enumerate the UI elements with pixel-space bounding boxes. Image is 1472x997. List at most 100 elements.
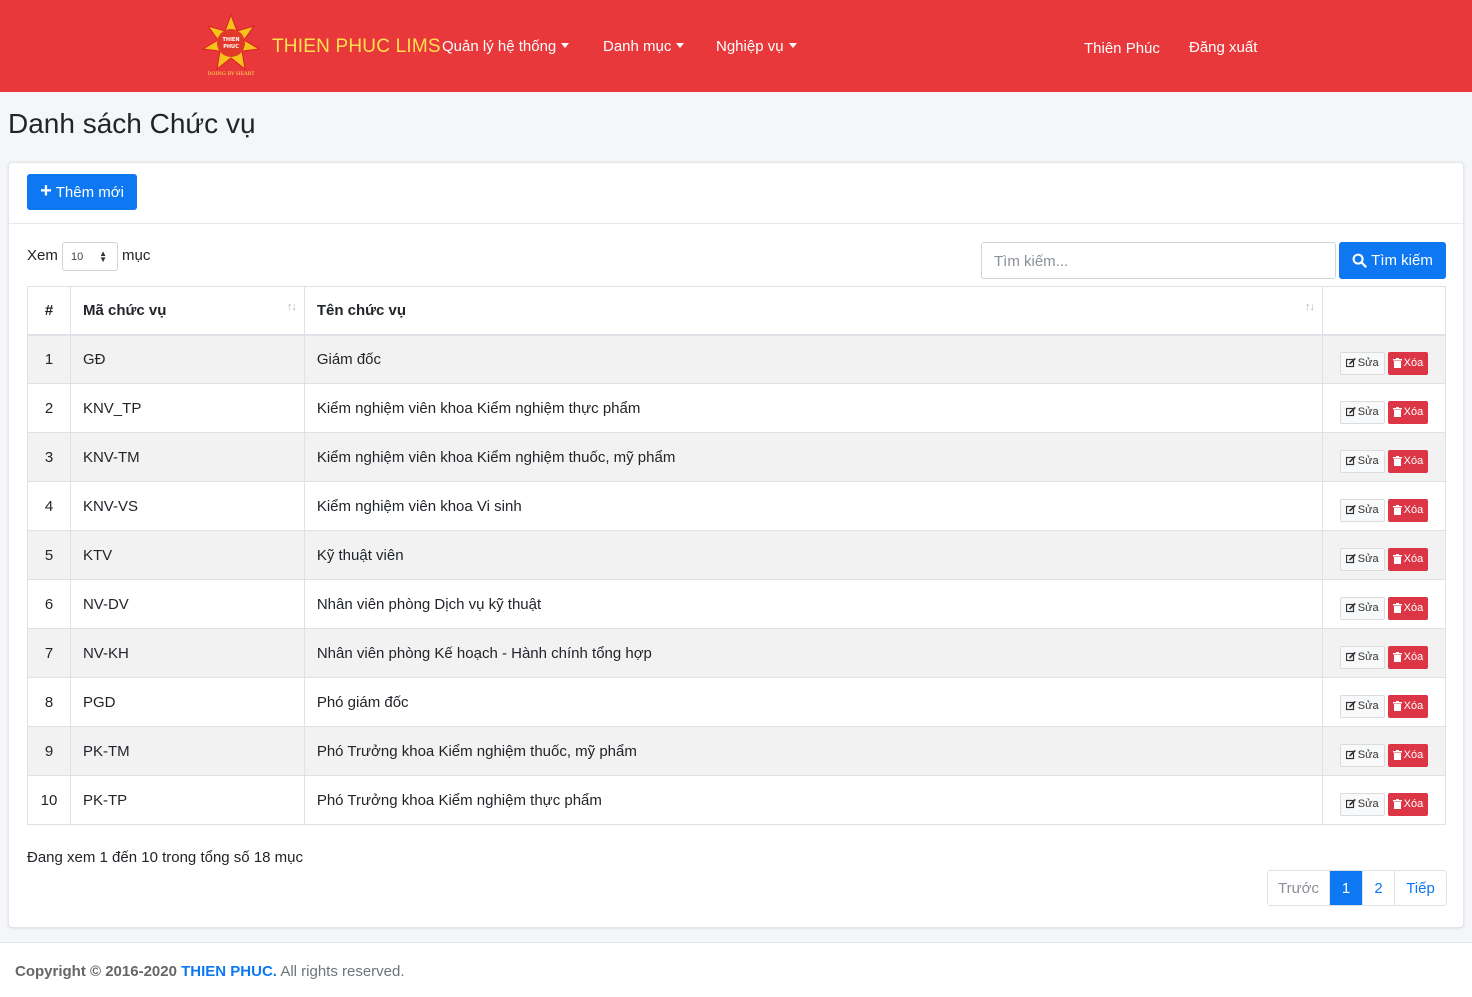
- row-actions: Sửa Xóa: [1321, 628, 1447, 678]
- logout-link[interactable]: Đăng xuất: [1189, 39, 1257, 56]
- table-header-row: # Mã chức vụ ↑↓ Tên chức vụ ↑↓: [27, 286, 1447, 336]
- edit-label: Sửa: [1357, 700, 1379, 712]
- row-actions: Sửa Xóa: [1321, 432, 1447, 482]
- row-actions: Sửa Xóa: [1321, 334, 1447, 384]
- pagination-page-1[interactable]: 1: [1329, 871, 1362, 905]
- trash-icon: [1392, 750, 1402, 760]
- brand-name[interactable]: THIEN PHUC LIMS: [272, 36, 441, 58]
- edit-button[interactable]: Sửa: [1339, 351, 1385, 375]
- delete-button[interactable]: Xóa: [1387, 743, 1429, 767]
- delete-label: Xóa: [1403, 406, 1424, 418]
- caret-down-icon: [676, 43, 685, 48]
- delete-button[interactable]: Xóa: [1387, 547, 1429, 571]
- row-actions: Sửa Xóa: [1321, 726, 1447, 776]
- menu-catalog[interactable]: Danh mục: [603, 38, 685, 55]
- edit-icon: [1345, 603, 1356, 613]
- menu-operations[interactable]: Nghiệp vụ: [716, 38, 797, 55]
- row-index: 3: [27, 432, 71, 482]
- delete-button[interactable]: Xóa: [1387, 792, 1429, 816]
- user-profile-link[interactable]: Thiên Phúc: [1084, 40, 1160, 57]
- menu-label: Danh mục: [603, 38, 672, 55]
- header-code-label: Mã chức vụ: [82, 301, 167, 319]
- delete-label: Xóa: [1403, 455, 1424, 467]
- table-row: 4 KNV-VS Kiểm nghiệm viên khoa Vi sinh Sửa X…: [27, 481, 1447, 531]
- footer-brand-link[interactable]: THIEN PHUC.: [181, 963, 277, 980]
- caret-down-icon: [788, 43, 797, 48]
- edit-label: Sửa: [1357, 798, 1379, 810]
- delete-button[interactable]: Xóa: [1387, 449, 1429, 473]
- add-new-button[interactable]: + Thêm mới: [27, 174, 137, 210]
- table-row: 2 KNV_TP Kiểm nghiệm viên khoa Kiểm nghiệm…: [27, 383, 1447, 433]
- page-size-select[interactable]: 10 ▲ ▼: [62, 242, 118, 271]
- position-list-card: + Thêm mới Xem 10 ▲ ▼ mục Tìm kiếm... Tìm…: [8, 162, 1464, 928]
- header-name[interactable]: Tên chức vụ ↑↓: [303, 286, 1323, 336]
- edit-button[interactable]: Sửa: [1339, 645, 1385, 669]
- delete-button[interactable]: Xóa: [1387, 694, 1429, 718]
- delete-button[interactable]: Xóa: [1387, 400, 1429, 424]
- edit-button[interactable]: Sửa: [1339, 596, 1385, 620]
- search-button[interactable]: Tìm kiếm: [1339, 242, 1446, 279]
- edit-button[interactable]: Sửa: [1339, 792, 1385, 816]
- trash-icon: [1392, 652, 1402, 662]
- row-name: Nhân viên phòng Dịch vụ kỹ thuật: [303, 579, 1323, 629]
- edit-icon: [1345, 750, 1356, 760]
- row-code: GĐ: [69, 334, 305, 384]
- edit-label: Sửa: [1357, 406, 1379, 418]
- row-name: Kiểm nghiệm viên khoa Kiểm nghiệm thuốc,…: [303, 432, 1323, 482]
- delete-label: Xóa: [1403, 798, 1424, 810]
- sort-icon: ↑↓: [286, 301, 297, 313]
- trash-icon: [1392, 554, 1402, 564]
- edit-icon: [1345, 701, 1356, 711]
- delete-button[interactable]: Xóa: [1387, 645, 1429, 669]
- top-navbar: THIEN PHUC DOING BY HEART THIEN PHUC LIM…: [0, 0, 1472, 92]
- pagination-next[interactable]: Tiếp: [1394, 871, 1446, 905]
- add-new-label: Thêm mới: [55, 183, 124, 201]
- edit-button[interactable]: Sửa: [1339, 400, 1385, 424]
- edit-icon: [1345, 505, 1356, 515]
- trash-icon: [1392, 505, 1402, 515]
- row-index: 7: [27, 628, 71, 678]
- edit-icon: [1345, 554, 1356, 564]
- edit-label: Sửa: [1357, 651, 1379, 663]
- menu-system-management[interactable]: Quản lý hệ thống: [442, 38, 570, 55]
- edit-button[interactable]: Sửa: [1339, 694, 1385, 718]
- row-index: 4: [27, 481, 71, 531]
- row-name: Giám đốc: [303, 334, 1323, 384]
- row-name: Phó Trưởng khoa Kiểm nghiệm thực phẩm: [303, 775, 1323, 825]
- trash-icon: [1392, 701, 1402, 711]
- row-actions: Sửa Xóa: [1321, 677, 1447, 727]
- row-index: 10: [27, 775, 71, 825]
- delete-button[interactable]: Xóa: [1387, 596, 1429, 620]
- row-code: NV-KH: [69, 628, 305, 678]
- row-index: 9: [27, 726, 71, 776]
- row-name: Kiểm nghiệm viên khoa Kiểm nghiệm thực p…: [303, 383, 1323, 433]
- caret-down-icon: [561, 43, 570, 48]
- edit-icon: [1345, 799, 1356, 809]
- delete-label: Xóa: [1403, 700, 1424, 712]
- page-title: Danh sách Chức vụ: [8, 108, 256, 139]
- header-index: #: [27, 286, 71, 336]
- edit-icon: [1345, 358, 1356, 368]
- header-code[interactable]: Mã chức vụ ↑↓: [69, 286, 305, 336]
- search-input[interactable]: Tìm kiếm...: [981, 242, 1336, 279]
- pagination-page-2[interactable]: 2: [1362, 871, 1394, 905]
- table-row: 3 KNV-TM Kiểm nghiệm viên khoa Kiểm nghiệm…: [27, 432, 1447, 482]
- delete-button[interactable]: Xóa: [1387, 351, 1429, 375]
- row-code: NV-DV: [69, 579, 305, 629]
- edit-button[interactable]: Sửa: [1339, 743, 1385, 767]
- pagination: Trước 1 2 Tiếp: [1267, 870, 1447, 906]
- menu-label: Quản lý hệ thống: [442, 38, 557, 55]
- svg-text:DOING BY HEART: DOING BY HEART: [207, 71, 255, 77]
- header-actions: [1321, 286, 1447, 336]
- edit-button[interactable]: Sửa: [1339, 547, 1385, 571]
- table-row: 6 NV-DV Nhân viên phòng Dịch vụ kỹ thuật Sử…: [27, 579, 1447, 629]
- footer: Copyright © 2016-2020 THIEN PHUC. All ri…: [0, 942, 1472, 997]
- delete-button[interactable]: Xóa: [1387, 498, 1429, 522]
- pagination-prev[interactable]: Trước: [1268, 871, 1329, 905]
- company-logo[interactable]: THIEN PHUC DOING BY HEART: [201, 13, 261, 77]
- edit-button[interactable]: Sửa: [1339, 498, 1385, 522]
- delete-label: Xóa: [1403, 602, 1424, 614]
- edit-label: Sửa: [1357, 602, 1379, 614]
- edit-button[interactable]: Sửa: [1339, 449, 1385, 473]
- edit-label: Sửa: [1357, 455, 1379, 467]
